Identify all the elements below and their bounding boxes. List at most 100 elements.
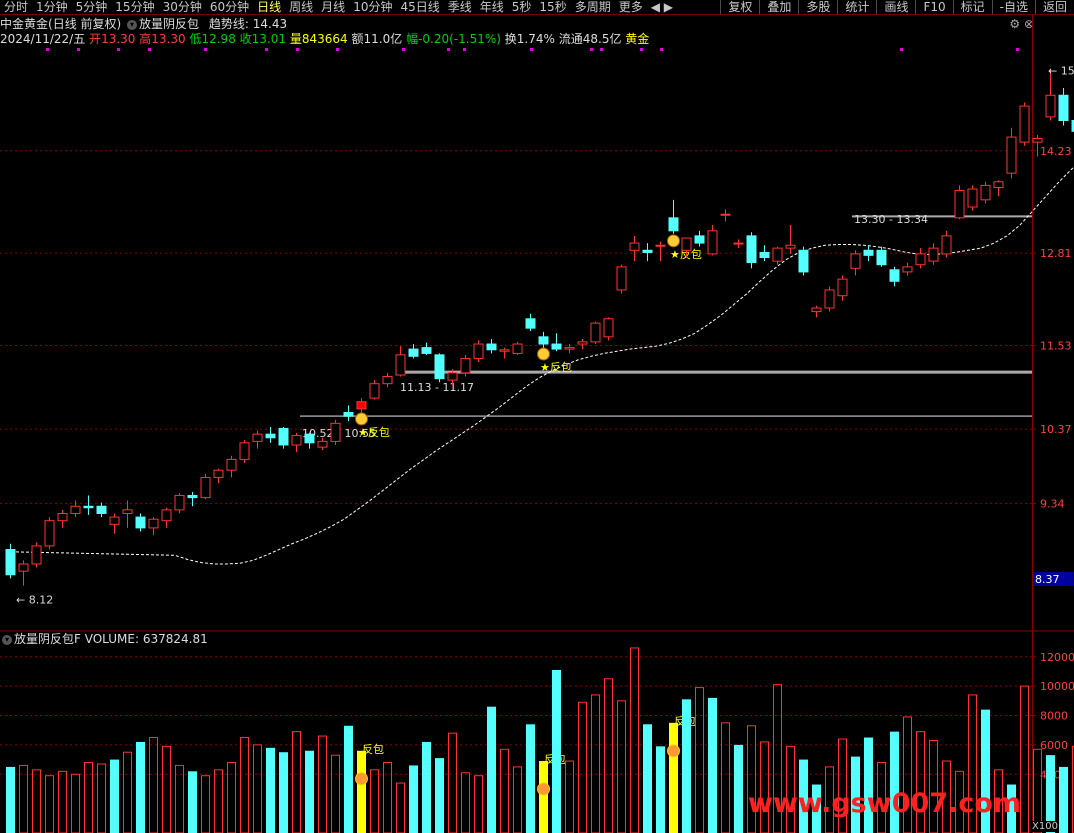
volume-bar (708, 697, 717, 833)
volume-bar (240, 737, 249, 833)
candle (707, 225, 718, 256)
candle-body (564, 347, 575, 350)
candle-body (1045, 94, 1056, 118)
candle (304, 432, 315, 449)
volume-bar (526, 724, 535, 833)
candle (967, 185, 978, 211)
candle (590, 321, 601, 345)
volume-bar (604, 678, 613, 833)
candle-body (720, 213, 731, 216)
candle-body (239, 442, 250, 460)
candle (343, 405, 354, 422)
marker-dot (447, 48, 450, 51)
volume-bar (929, 739, 938, 833)
candle-body (44, 520, 55, 547)
volume-bar (279, 752, 288, 833)
candle (473, 340, 484, 363)
candle-body (837, 278, 848, 297)
candle (642, 243, 653, 262)
candle (629, 235, 640, 262)
volume-bar (513, 766, 522, 833)
volume-bar (643, 724, 652, 833)
marker-dot (336, 48, 339, 51)
candle (837, 275, 848, 301)
volume-bar (71, 773, 80, 833)
current-price-label: 8.37 (1035, 573, 1060, 586)
candle (512, 341, 523, 355)
candle: ★反包 (355, 398, 390, 439)
candle-body (733, 242, 744, 245)
candle-body (954, 189, 965, 219)
volume-bar (578, 701, 587, 833)
candle-body (590, 322, 601, 343)
volume-bar (539, 761, 548, 833)
candle-body (824, 289, 835, 309)
candle-body (850, 253, 861, 269)
price-tick-label: 14.23 (1040, 145, 1072, 158)
volume-bar (682, 699, 691, 833)
volume-bar (734, 744, 743, 833)
candle-body (31, 545, 42, 565)
volume-bar (565, 760, 574, 833)
marker-dot (463, 48, 466, 51)
marker-dot (900, 48, 903, 51)
volume-bar (266, 747, 275, 833)
candle-body (291, 435, 302, 446)
candle-body (1058, 94, 1069, 122)
candle (863, 245, 874, 262)
volume-indicator-dropdown-icon[interactable]: ▾ (2, 634, 12, 645)
candle (746, 232, 757, 269)
candle (694, 230, 705, 247)
marker-dot (204, 48, 207, 51)
candle-body (772, 247, 783, 262)
candle-body (811, 307, 822, 313)
candle-body (473, 343, 484, 359)
volume-indicator-name[interactable]: 放量阴反包F (14, 632, 81, 646)
candle (460, 354, 471, 377)
volume-bar (318, 735, 327, 833)
price-tick-label: 12.81 (1040, 247, 1072, 260)
volume-bar (123, 751, 132, 833)
candle (577, 338, 588, 350)
volume-bar (409, 765, 418, 833)
volume-bar (19, 764, 28, 833)
marker-dot (640, 48, 643, 51)
candle-body (941, 235, 952, 255)
candle-body (265, 433, 276, 439)
candle (31, 542, 42, 568)
candle (44, 517, 55, 550)
volume-bar (656, 746, 665, 833)
volume-bar (370, 769, 379, 833)
kline-chart[interactable]: 14.23 12.81 11.53 10.37 9.34 8.37 12000 10000 80… (0, 0, 1074, 833)
candle-body (785, 244, 796, 249)
volume-bar (357, 750, 366, 833)
candle (70, 500, 81, 518)
volume-tick-label: 12000 (1040, 651, 1074, 664)
volume-bar (136, 741, 145, 833)
candle (1006, 127, 1017, 179)
signal-coin-icon (537, 347, 550, 361)
candle (265, 426, 276, 443)
candle (720, 209, 731, 222)
volume-value-label: VOLUME: 637824.81 (84, 632, 208, 646)
candle: ★反包 (667, 199, 702, 261)
candle (915, 248, 926, 269)
candle (174, 493, 185, 514)
candle-body (655, 244, 666, 247)
candle (980, 181, 991, 204)
volume-bar (214, 769, 223, 833)
candle-body (317, 440, 328, 448)
volume-bar (669, 722, 678, 833)
candle (889, 266, 900, 287)
marker-dot (590, 48, 593, 51)
volume-bar (435, 758, 444, 833)
candle (291, 432, 302, 453)
candle-body (460, 357, 471, 374)
volume-bar (1059, 766, 1068, 833)
candle (369, 380, 380, 400)
volume-bar (487, 706, 496, 833)
candle (408, 344, 419, 359)
volume-bar (6, 766, 15, 833)
candle-body (902, 266, 913, 273)
marker-dot (1016, 48, 1019, 51)
